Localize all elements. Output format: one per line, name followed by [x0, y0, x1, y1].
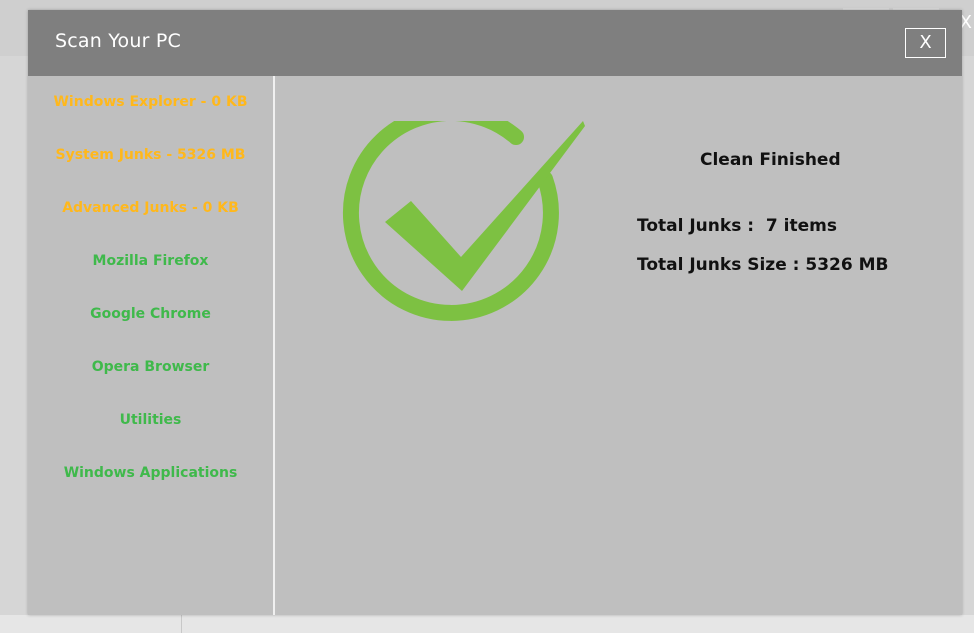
- scan-result-panel: Clean Finished Total Junks : 7 items Tot…: [277, 76, 962, 615]
- sidebar-item-opera-browser[interactable]: Opera Browser: [28, 359, 273, 375]
- total-junks-row: Total Junks : 7 items: [637, 216, 837, 236]
- total-junks-value: 7 items: [765, 216, 837, 236]
- sidebar-item-system-junks[interactable]: System Junks - 5326 MB: [28, 147, 273, 163]
- total-size-row: Total Junks Size : 5326 MB: [637, 255, 888, 275]
- status-title: Clean Finished: [700, 150, 841, 170]
- sidebar-item-windows-applications[interactable]: Windows Applications: [28, 465, 273, 481]
- dialog-title: Scan Your PC: [55, 30, 181, 52]
- total-size-value: 5326 MB: [805, 255, 889, 275]
- sidebar-item-advanced-junks[interactable]: Advanced Junks - 0 KB: [28, 200, 273, 216]
- background-status-bar: [0, 615, 974, 633]
- scan-dialog: Scan Your PC X Windows Explorer - 0 KB S…: [28, 10, 962, 615]
- sidebar-item-mozilla-firefox[interactable]: Mozilla Firefox: [28, 253, 273, 269]
- total-junks-label: Total Junks :: [637, 216, 755, 236]
- scan-categories-sidebar: Windows Explorer - 0 KB System Junks - 5…: [28, 76, 275, 615]
- background-divider: [181, 615, 182, 633]
- sidebar-item-google-chrome[interactable]: Google Chrome: [28, 306, 273, 322]
- close-button[interactable]: X: [905, 28, 946, 58]
- sidebar-item-windows-explorer[interactable]: Windows Explorer - 0 KB: [28, 94, 273, 110]
- total-size-label: Total Junks Size :: [637, 255, 800, 275]
- check-circle-icon: [342, 121, 585, 321]
- dialog-titlebar: Scan Your PC X: [28, 10, 962, 76]
- sidebar-item-utilities[interactable]: Utilities: [28, 412, 273, 428]
